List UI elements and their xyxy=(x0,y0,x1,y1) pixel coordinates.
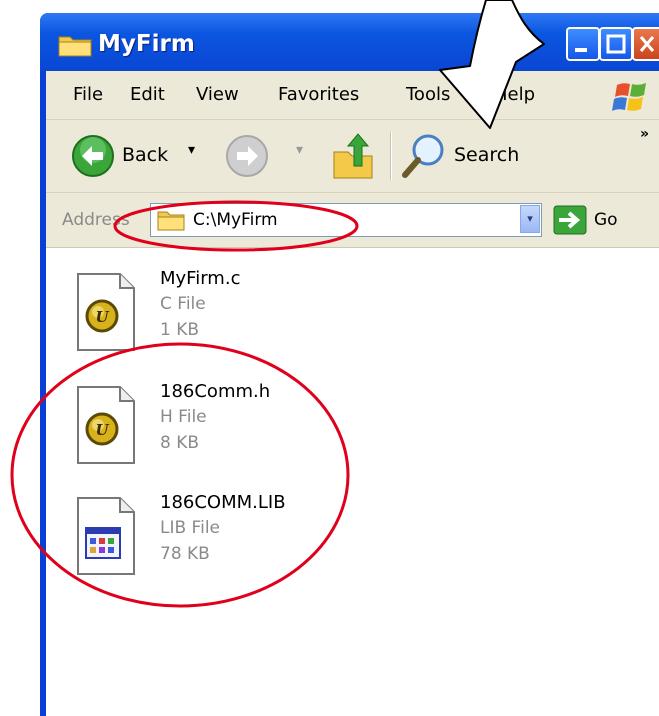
close-icon xyxy=(639,36,655,52)
file-size: 1 KB xyxy=(160,320,200,340)
go-button-label[interactable]: Go xyxy=(594,210,618,230)
file-type: H File xyxy=(160,407,207,427)
title-bar[interactable]: MyFirm xyxy=(40,13,659,71)
svg-text:U: U xyxy=(95,308,109,326)
minimize-button[interactable] xyxy=(566,27,600,61)
svg-text:U: U xyxy=(95,421,109,439)
file-size: 78 KB xyxy=(160,544,210,564)
toolbar-more-chevron[interactable]: » xyxy=(640,126,649,142)
address-label: Address xyxy=(62,210,130,230)
windows-logo-icon xyxy=(612,83,646,111)
file-name: 186COMM.LIB xyxy=(160,492,286,513)
address-dropdown-button[interactable]: ▾ xyxy=(520,205,540,233)
forward-history-dropdown[interactable]: ▾ xyxy=(296,142,303,158)
minimize-icon xyxy=(575,48,587,52)
close-button[interactable] xyxy=(632,27,659,61)
toolbar-separator xyxy=(390,132,392,180)
menu-view[interactable]: View xyxy=(196,84,239,105)
file-name: MyFirm.c xyxy=(160,268,241,289)
file-type: LIB File xyxy=(160,518,220,538)
search-button-label[interactable]: Search xyxy=(454,144,519,166)
go-arrow-icon[interactable] xyxy=(553,205,587,235)
back-history-dropdown[interactable]: ▾ xyxy=(188,142,195,158)
window-title: MyFirm xyxy=(98,31,195,57)
maximize-icon xyxy=(606,34,626,54)
folder-icon xyxy=(157,211,185,231)
menu-tools[interactable]: Tools xyxy=(406,84,450,105)
ultraedit-doc-icon: U xyxy=(77,386,135,464)
back-button-label[interactable]: Back xyxy=(122,144,168,166)
menu-edit[interactable]: Edit xyxy=(130,84,165,105)
file-size: 8 KB xyxy=(160,433,200,453)
menu-favorites[interactable]: Favorites xyxy=(278,84,359,105)
back-arrow-icon[interactable] xyxy=(70,133,116,179)
address-value: C:\MyFirm xyxy=(193,210,278,230)
address-bar: Address C:\MyFirm ▾ Go xyxy=(46,193,659,248)
file-name: 186Comm.h xyxy=(160,381,271,402)
folder-icon xyxy=(58,36,92,57)
lib-file-icon xyxy=(77,497,135,575)
forward-arrow-icon[interactable] xyxy=(224,133,270,179)
folder-up-icon[interactable] xyxy=(328,130,378,182)
menu-bar: File Edit View Favorites Tools Help xyxy=(46,71,659,120)
file-type: C File xyxy=(160,294,206,314)
search-icon[interactable] xyxy=(398,128,454,184)
ultraedit-doc-icon: U xyxy=(77,273,135,351)
explorer-window: MyFirm File Edit View Favorites Tools He… xyxy=(40,13,659,716)
address-input[interactable]: C:\MyFirm xyxy=(150,203,542,237)
chevron-down-icon: ▾ xyxy=(527,212,533,225)
maximize-button[interactable] xyxy=(599,27,633,61)
menu-file[interactable]: File xyxy=(73,84,103,105)
menu-help[interactable]: Help xyxy=(494,84,535,105)
standard-toolbar: Back ▾ ▾ Search » xyxy=(46,120,659,193)
window-body: File Edit View Favorites Tools Help Back… xyxy=(46,71,659,716)
